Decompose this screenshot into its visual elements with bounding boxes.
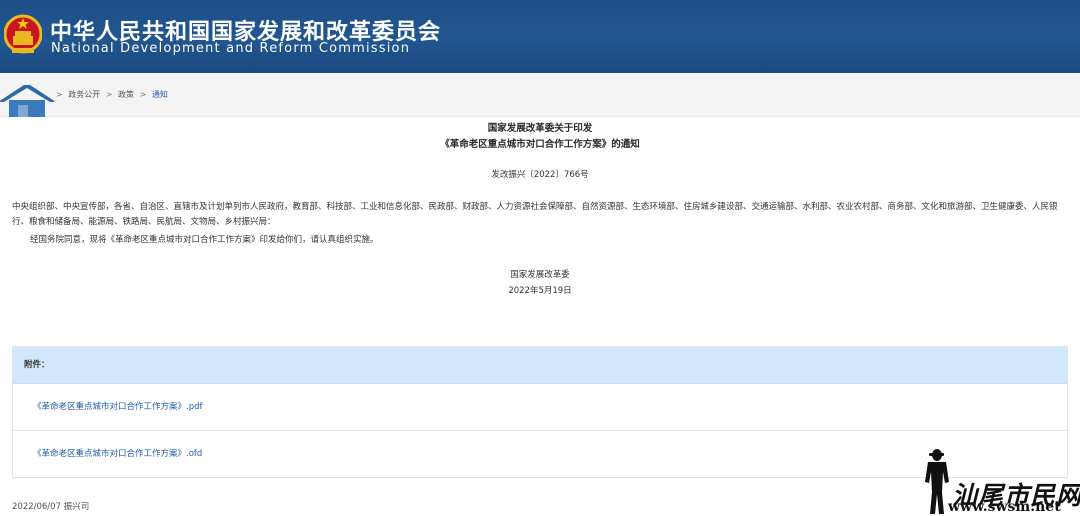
document-recipients: 中央组织部、中央宣传部，各省、自治区、直辖市及计划单列市人民政府，教育部、科技部… [12,202,1058,227]
attachment-link-pdf[interactable]: 《革命老区重点城市对口合作工作方案》.pdf [33,402,203,412]
publish-info: 2022/06/07 振兴司 [12,502,90,512]
watermark-url: www.swsm.net [948,499,1061,515]
breadcrumb-item-zhengce[interactable]: 政策 [118,90,134,99]
site-title-en: National Development and Reform Commissi… [51,41,411,56]
attachment-row: 《革命老区重点城市对口合作工作方案》.ofd [13,431,1067,477]
breadcrumb-separator: > [56,90,63,99]
breadcrumb: > 政务公开 > 政策 > 通知 [53,89,168,100]
breadcrumb-bar: > 政务公开 > 政策 > 通知 [0,73,1080,117]
attachments-panel: 附件： 《革命老区重点城市对口合作工作方案》.pdf 《革命老区重点城市对口合作… [12,346,1068,478]
document-title-line2: 《革命老区重点城市对口合作工作方案》的通知 [440,139,640,150]
site-header: 中华人民共和国国家发展和改革委员会 National Development a… [0,0,1080,73]
document-signer: 国家发展改革委 [510,270,570,280]
document-title-line1: 国家发展改革委关于印发 [487,123,593,134]
breadcrumb-item-zhengwugongkai[interactable]: 政务公开 [68,90,100,99]
breadcrumb-separator: > [105,90,113,99]
document-number: 发改振兴〔2022〕766号 [491,170,589,180]
breadcrumb-item-tongzhi[interactable]: 通知 [152,90,168,99]
document-sign-date: 2022年5月19日 [508,286,572,296]
attachment-link-ofd[interactable]: 《革命老区重点城市对口合作工作方案》.ofd [33,449,202,459]
attachments-header: 附件： [13,347,1067,384]
national-emblem-icon[interactable] [4,12,42,58]
breadcrumb-separator: > [139,90,147,99]
document-body: 经国务院同意，现将《革命老区重点城市对口合作工作方案》印发给你们，请认真组织实施… [30,235,379,245]
attachment-row: 《革命老区重点城市对口合作工作方案》.pdf [13,384,1067,431]
home-icon[interactable] [0,85,54,117]
